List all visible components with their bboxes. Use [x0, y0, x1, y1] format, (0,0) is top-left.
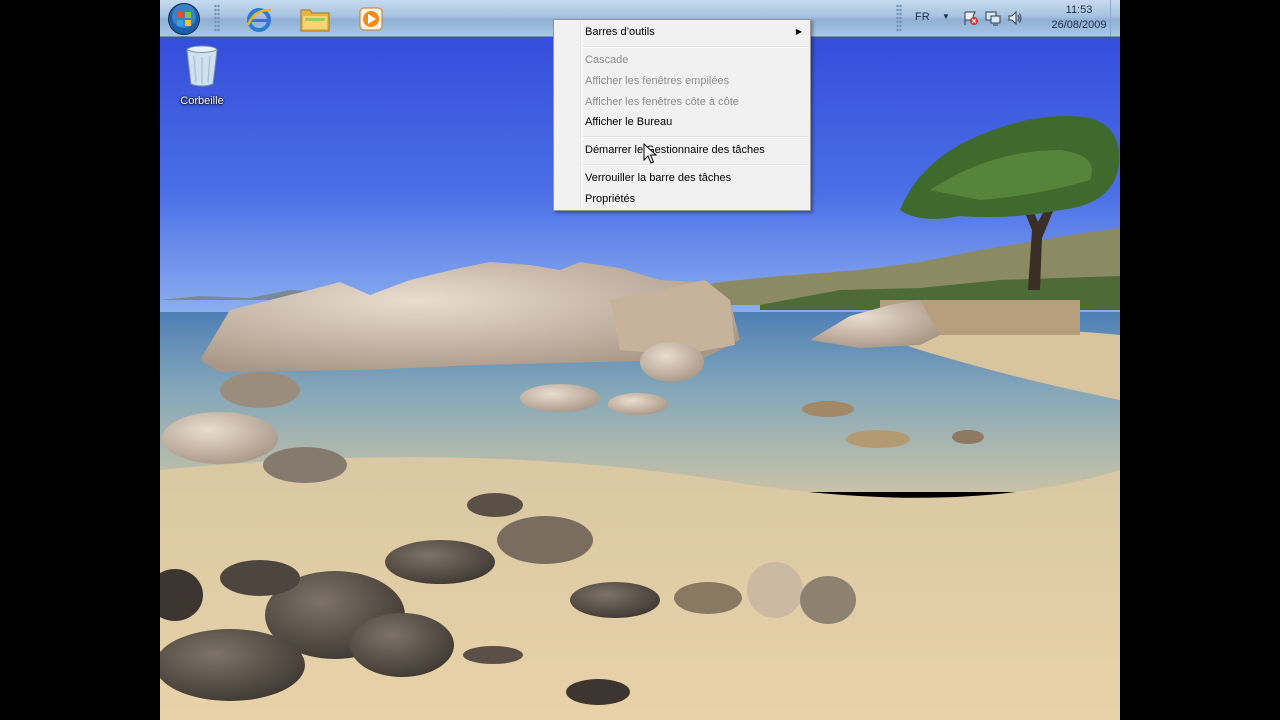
menu-item-cascade: Cascade [585, 50, 628, 70]
menu-item-lock-taskbar[interactable]: Verrouiller la barre des tâches [585, 168, 731, 188]
file-explorer-button[interactable] [292, 2, 338, 35]
menu-item-properties[interactable]: Propriétés [585, 189, 635, 209]
menu-item-side-by-side: Afficher les fenêtres côte à côte [585, 92, 739, 112]
internet-explorer-button[interactable] [236, 2, 282, 35]
speaker-icon [1008, 10, 1022, 26]
recycle-bin-label: Corbeille [180, 95, 224, 107]
action-center-icon[interactable] [962, 9, 980, 27]
menu-separator [582, 136, 808, 138]
menu-separator [582, 164, 808, 166]
menu-item-lock-taskbar-label: Verrouiller la barre des tâches [585, 172, 732, 184]
desktop-screen: Corbeille FR ▼ 11:53 26/08/2009 Barres d… [160, 0, 1120, 720]
file-explorer-icon [300, 9, 330, 31]
clock-time: 11:53 [1065, 4, 1093, 16]
media-player-icon [359, 7, 383, 30]
menu-item-task-manager[interactable]: Démarrer le Gestionnaire des tâches [585, 140, 765, 160]
tray-grip[interactable] [896, 4, 902, 32]
language-dropdown-icon[interactable]: ▼ [942, 12, 950, 21]
clock[interactable]: 11:53 26/08/2009 [1038, 3, 1120, 33]
menu-item-stacked-label: Afficher les fenêtres empilées [585, 75, 730, 87]
menu-item-properties-label: Propriétés [585, 193, 636, 205]
menu-separator [582, 46, 808, 48]
action-center-flag-icon [964, 11, 978, 25]
menu-item-stacked: Afficher les fenêtres empilées [585, 71, 729, 91]
media-player-button[interactable] [348, 2, 394, 35]
network-monitor-icon [985, 11, 1001, 26]
menu-item-task-manager-label: Démarrer le Gestionnaire des tâches [585, 144, 765, 156]
recycle-bin[interactable]: Corbeille [172, 44, 232, 107]
mouse-cursor-icon [643, 143, 657, 164]
start-button[interactable] [164, 2, 204, 35]
submenu-arrow-icon: ▶ [795, 27, 802, 36]
menu-item-cascade-label: Cascade [585, 54, 629, 66]
menu-item-show-desktop[interactable]: Afficher le Bureau [585, 112, 672, 132]
menu-item-side-by-side-label: Afficher les fenêtres côte à côte [585, 96, 739, 108]
internet-explorer-icon [246, 7, 272, 32]
windows-start-orb-icon [168, 2, 200, 35]
taskbar-context-menu: Barres d’outils ▶ Cascade Afficher les f… [553, 19, 811, 211]
show-desktop-button[interactable] [1110, 0, 1120, 36]
network-icon[interactable] [984, 9, 1002, 27]
taskbar-grip[interactable] [214, 4, 220, 32]
menu-item-show-desktop-label: Afficher le Bureau [585, 116, 673, 128]
menu-item-toolbars[interactable]: Barres d’outils [585, 22, 655, 42]
volume-icon[interactable] [1006, 9, 1024, 27]
menu-item-toolbars-label: Barres d’outils [585, 26, 655, 38]
language-indicator[interactable]: FR [915, 11, 930, 23]
recycle-bin-icon [186, 45, 218, 87]
clock-date: 26/08/2009 [1051, 19, 1107, 31]
